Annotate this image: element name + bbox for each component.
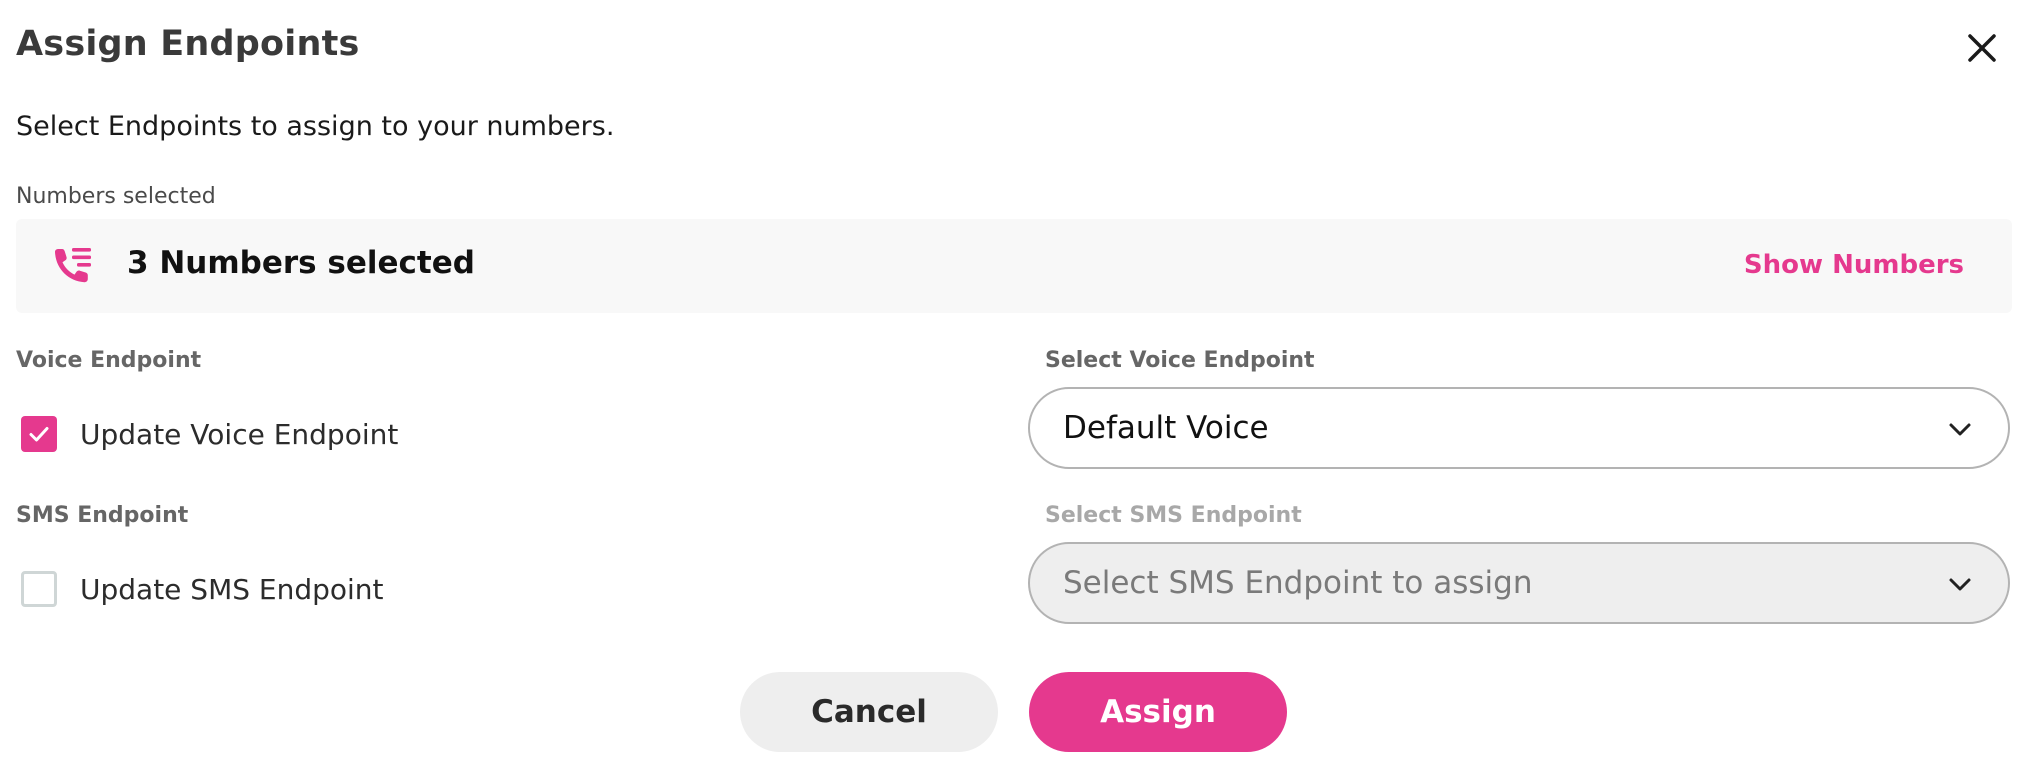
dialog-title: Assign Endpoints — [16, 24, 360, 64]
select-voice-endpoint-label: Select Voice Endpoint — [1045, 348, 1315, 373]
show-numbers-link[interactable]: Show Numbers — [1744, 250, 1964, 280]
update-sms-endpoint-checkbox[interactable] — [21, 571, 57, 607]
update-sms-endpoint-checkbox-row[interactable]: Update SMS Endpoint — [21, 571, 384, 607]
checkmark-icon — [29, 427, 49, 442]
voice-endpoint-select-value: Default Voice — [1063, 410, 1269, 446]
voice-endpoint-select[interactable]: Default Voice — [1028, 387, 2010, 469]
cancel-button[interactable]: Cancel — [740, 672, 998, 752]
sms-endpoint-select[interactable]: Select SMS Endpoint to assign — [1028, 542, 2010, 624]
chevron-down-icon — [1949, 423, 1971, 436]
numbers-selected-label: Numbers selected — [16, 184, 216, 209]
update-sms-endpoint-label: Update SMS Endpoint — [80, 572, 384, 606]
update-voice-endpoint-label: Update Voice Endpoint — [80, 417, 399, 451]
select-sms-endpoint-label: Select SMS Endpoint — [1045, 503, 1302, 528]
chevron-down-icon — [1949, 578, 1971, 591]
voice-endpoint-label: Voice Endpoint — [16, 348, 202, 373]
sms-endpoint-label: SMS Endpoint — [16, 503, 189, 528]
update-voice-endpoint-checkbox-row[interactable]: Update Voice Endpoint — [21, 416, 398, 452]
close-icon — [1968, 34, 1996, 62]
assign-button[interactable]: Assign — [1029, 672, 1287, 752]
numbers-selected-count: 3 Numbers selected — [127, 245, 475, 281]
dialog-subtitle: Select Endpoints to assign to your numbe… — [16, 111, 615, 142]
numbers-selected-panel: 3 Numbers selected Show Numbers — [16, 219, 2012, 313]
sms-endpoint-select-placeholder: Select SMS Endpoint to assign — [1063, 565, 1533, 601]
close-button[interactable] — [1960, 26, 2004, 70]
update-voice-endpoint-checkbox[interactable] — [21, 416, 57, 452]
phone-list-icon — [55, 248, 91, 283]
assign-endpoints-dialog: Assign Endpoints Select Endpoints to ass… — [0, 0, 2028, 772]
